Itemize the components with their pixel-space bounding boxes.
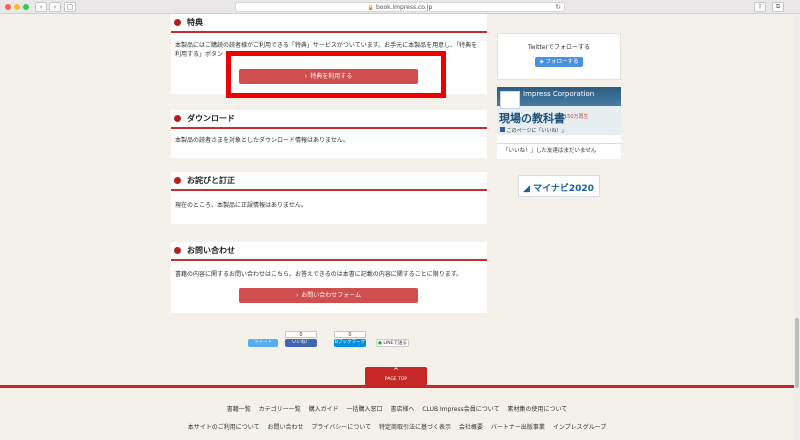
bullet-icon: [174, 115, 181, 122]
twitter-follow-button-label: フォローする: [545, 59, 579, 65]
facebook-like-page-label: このページに「いいね！」: [506, 128, 567, 134]
footer-links-row1: 書籍一覧 カテゴリー一覧 購入ガイド 一括購入窓口 書店様へ CLUB Impr…: [0, 404, 794, 413]
facebook-like-page-link[interactable]: このページに「いいね！」: [500, 127, 567, 134]
twitter-follow-label: Twitterでフォローする: [527, 44, 591, 51]
contact-form-button[interactable]: › お問い合わせフォーム: [239, 288, 418, 303]
page-top-button[interactable]: ⌃ PAGE TOP: [365, 367, 427, 386]
bullet-icon: [174, 247, 181, 254]
download-title: ダウンロード: [187, 114, 235, 123]
footer-links-row2: 本サイトのご利用について お問い合わせ プライバシーについて 特定商取引法に基づ…: [0, 422, 794, 431]
mynavi-logo: ◢ マイナビ2020: [523, 181, 594, 194]
twitter-follow-button[interactable]: ◈ フォローする: [535, 57, 583, 67]
tabs-overview-button[interactable]: ⧉: [772, 2, 784, 12]
footer-link-contact[interactable]: お問い合わせ: [267, 424, 303, 431]
facebook-like-button[interactable]: いいね！: [285, 339, 317, 347]
contact-text: 書籍の内容に関するお問い合わせはこちら。お答えできるのは本書に記載の内容に関する…: [175, 271, 463, 278]
scrollbar-thumb[interactable]: [795, 318, 799, 388]
minimize-window-button[interactable]: [14, 4, 20, 10]
hatena-count: 0: [334, 331, 366, 338]
share-page-button[interactable]: ⇧: [754, 2, 766, 12]
share-icon: ⇧: [757, 3, 763, 10]
contact-section: お問い合わせ 書籍の内容に関するお問い合わせはこちら。お答えできるのは本書に記載…: [171, 242, 487, 313]
footer-link-site-terms[interactable]: 本サイトのご利用について: [188, 424, 260, 431]
owabi-header: お詫びと訂正: [171, 172, 487, 191]
facebook-icon: [500, 127, 505, 132]
bullet-icon: [174, 19, 181, 26]
contact-title: お問い合わせ: [187, 246, 235, 255]
footer-link-company[interactable]: 会社概要: [459, 424, 483, 431]
twitter-bird-icon: ◈: [539, 59, 544, 65]
zoom-window-button[interactable]: [23, 4, 29, 10]
sidebar-toggle-button[interactable]: ▢: [64, 2, 76, 12]
footer-link-materials[interactable]: 素材集の使用について: [507, 406, 567, 413]
hatena-bookmark-button[interactable]: Bブックマーク: [334, 339, 366, 347]
like-count: 0: [285, 331, 317, 338]
download-header: ダウンロード: [171, 110, 487, 129]
owabi-title: お詫びと訂正: [187, 176, 235, 185]
footer-link-club-impress[interactable]: CLUB Impress会員について: [422, 406, 499, 413]
reload-icon[interactable]: ↻: [555, 3, 561, 12]
footer-link-categories[interactable]: カテゴリー一覧: [259, 406, 301, 413]
browser-toolbar: ‹ › ▢ 🔒 book.impress.co.jp ↻ ⇧ ⧉: [0, 0, 800, 14]
forward-icon: ›: [53, 3, 57, 11]
footer-divider: [0, 385, 794, 388]
mynavi-banner[interactable]: ◢ マイナビ2020: [518, 175, 600, 197]
tabs-icon: ⧉: [775, 3, 781, 10]
sidebar-icon: ▢: [66, 3, 74, 11]
owabi-text: 現在のところ、本製品に正誤情報はありません。: [175, 202, 307, 209]
footer-link-partner-publishing[interactable]: パートナー出版事業: [491, 424, 545, 431]
facebook-page-name[interactable]: Impress Corporation: [523, 90, 594, 98]
footer-link-impress-group[interactable]: インプレスグループ: [553, 424, 606, 431]
highlight-box: [226, 51, 446, 98]
owabi-section: お詫びと訂正 現在のところ、本製品に正誤情報はありません。: [171, 172, 487, 224]
back-button[interactable]: ‹: [35, 2, 47, 12]
contact-header: お問い合わせ: [171, 242, 487, 261]
footer-link-purchase-guide[interactable]: 購入ガイド: [309, 406, 339, 413]
tokuten-header: 特典: [171, 14, 487, 33]
back-icon: ‹: [39, 3, 43, 11]
download-section: ダウンロード 本製品の読者さまを対象としたダウンロード情報はありません。: [171, 110, 487, 158]
footer-link-bookstores[interactable]: 書店様へ: [390, 406, 414, 413]
chevron-right-icon: ›: [295, 292, 299, 299]
lock-icon: 🔒: [367, 5, 374, 11]
footer-link-books[interactable]: 書籍一覧: [227, 406, 251, 413]
twitter-widget: Twitterでフォローする ◈ フォローする: [497, 33, 621, 80]
mynavi-mark-icon: ◢: [523, 184, 530, 194]
chevron-up-icon: ⌃: [392, 367, 400, 377]
facebook-friends-note: 「いいね！」した友達はまだいません: [497, 143, 621, 157]
page-top-label: PAGE TOP: [384, 377, 408, 382]
line-send-button[interactable]: ● LINEで送る: [376, 339, 409, 347]
impress-logo: [500, 91, 520, 109]
address-bar[interactable]: 🔒 book.impress.co.jp ↻: [235, 2, 565, 12]
forward-button[interactable]: ›: [49, 2, 61, 12]
facebook-widget: Impress Corporation 現場の教科書 150万再生 このページに…: [497, 87, 621, 159]
contact-form-label: お問い合わせフォーム: [301, 292, 362, 299]
facebook-cover-subtext: 150万再生: [564, 114, 589, 120]
bullet-icon: [174, 177, 181, 184]
download-text: 本製品の読者さまを対象としたダウンロード情報はありません。: [175, 137, 349, 144]
footer-link-commerce-law[interactable]: 特定商取引法に基づく表示: [379, 424, 451, 431]
url-text: book.impress.co.jp: [375, 4, 433, 11]
line-send-label: LINEで送る: [383, 341, 407, 346]
footer-link-privacy[interactable]: プライバシーについて: [311, 424, 371, 431]
footer-link-bulk-purchase[interactable]: 一括購入窓口: [347, 406, 383, 413]
line-icon: ●: [378, 341, 382, 346]
mynavi-logo-text: マイナビ2020: [533, 184, 594, 194]
tokuten-title: 特典: [187, 18, 203, 27]
facebook-cover-image[interactable]: Impress Corporation 現場の教科書 150万再生 このページに…: [497, 87, 621, 135]
facebook-cover-text: 現場の教科書: [499, 112, 565, 125]
tweet-button[interactable]: ツイート: [248, 339, 278, 347]
close-window-button[interactable]: [5, 4, 11, 10]
